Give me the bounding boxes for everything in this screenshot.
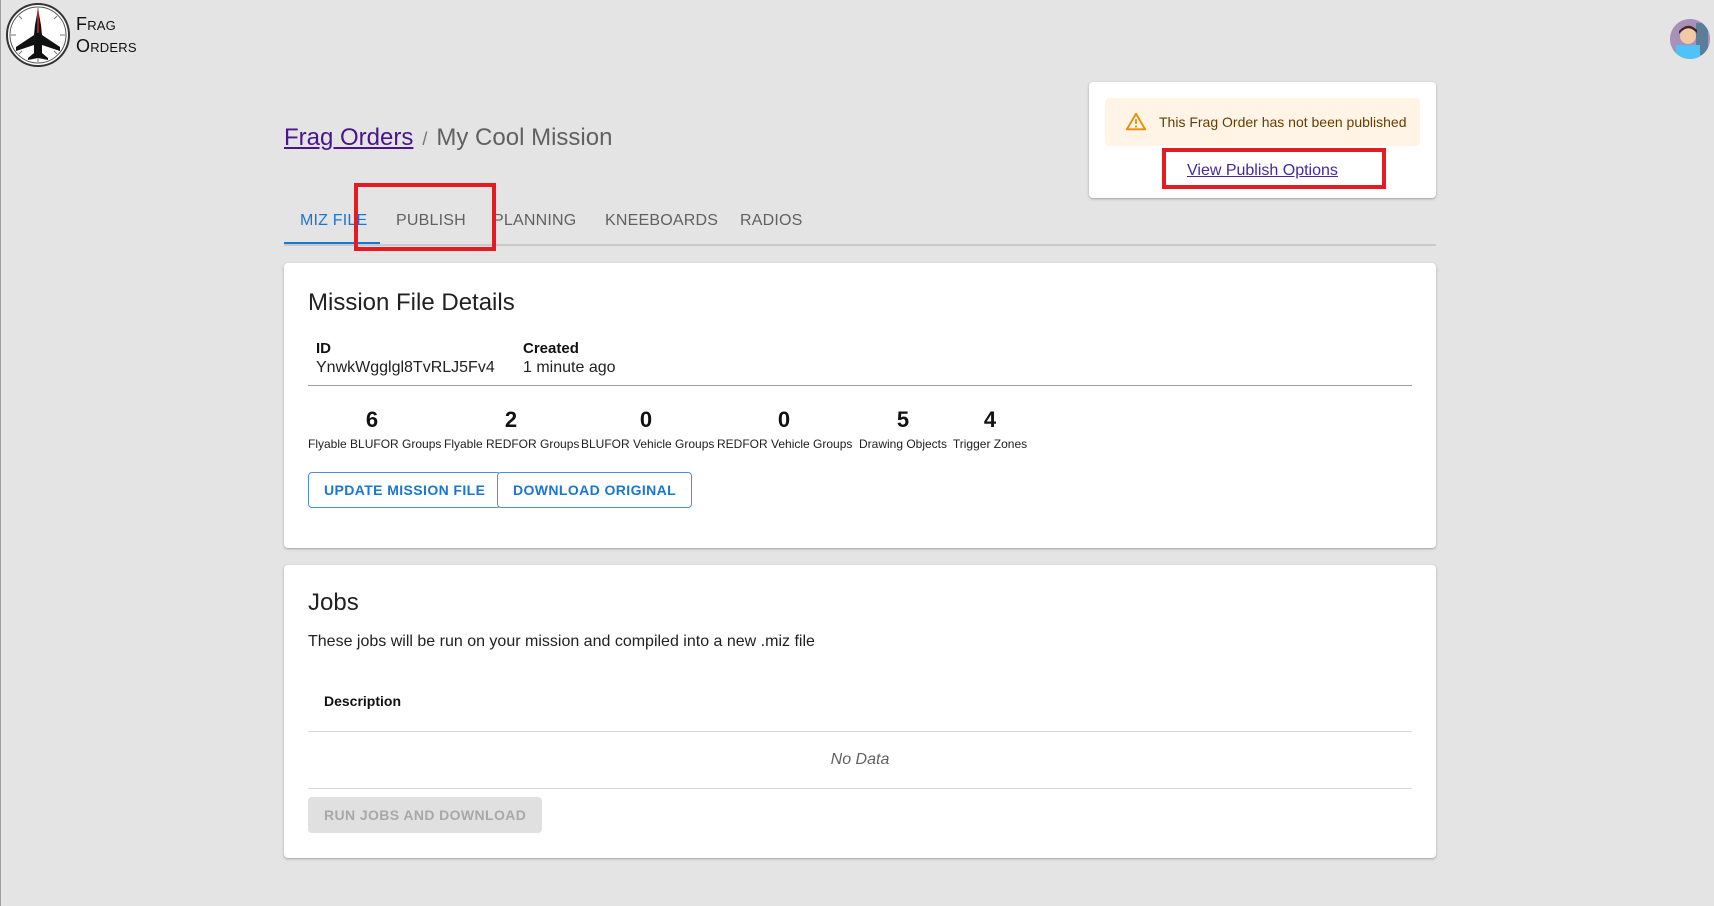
stat-value: 2 (504, 407, 518, 432)
id-label: ID (316, 340, 331, 357)
mission-file-card: Mission File Details ID YnwkWgglgl8TvRLJ… (284, 263, 1436, 548)
jobs-card: Jobs These jobs will be run on your miss… (284, 565, 1436, 858)
jobs-description: These jobs will be run on your mission a… (308, 633, 815, 650)
column-header-description[interactable]: Description (324, 693, 401, 709)
mission-file-title: Mission File Details (308, 289, 515, 316)
tab-radios[interactable]: RADIOS (740, 200, 803, 244)
active-tab-indicator (284, 242, 380, 244)
unpublished-message: This Frag Order has not been published (1159, 114, 1407, 130)
user-avatar[interactable] (1670, 19, 1710, 59)
jobs-table-empty-row: No Data (308, 732, 1412, 789)
details-divider (308, 385, 1412, 386)
publish-notice-card: This Frag Order has not been published V… (1089, 82, 1436, 198)
tab-planning[interactable]: PLANNING (493, 200, 576, 244)
stat-label: Flyable REDFOR Groups (444, 437, 580, 451)
breadcrumb-frag-orders-link[interactable]: Frag Orders (284, 124, 413, 152)
window-edge (0, 0, 1, 906)
stat-label: Drawing Objects (858, 437, 948, 451)
download-original-button[interactable]: DOWNLOAD ORIGINAL (497, 472, 693, 508)
stat-value: 5 (896, 407, 910, 432)
id-value: YnwkWgglgl8TvRLJ5Fv4 (316, 359, 495, 376)
tab-miz-file[interactable]: MIZ FILE (300, 200, 367, 244)
app-name: Frag Orders (76, 13, 137, 57)
view-publish-options-link[interactable]: View Publish Options (1187, 162, 1338, 180)
stat-label: Flyable BLUFOR Groups (308, 437, 442, 451)
jet-logo-icon (6, 3, 70, 67)
breadcrumb-current-mission: My Cool Mission (436, 124, 613, 151)
stat-value: 0 (639, 407, 653, 432)
tab-kneeboards[interactable]: KNEEBOARDS (605, 200, 718, 244)
stat-label: Trigger Zones (952, 437, 1028, 451)
breadcrumb-separator: / (422, 129, 428, 149)
tab-bar: MIZ FILE PUBLISH PLANNING KNEEBOARDS RAD… (284, 200, 1436, 246)
stat-label: REDFOR Vehicle Groups (717, 437, 853, 451)
tab-publish[interactable]: PUBLISH (396, 200, 466, 244)
stat-value: 4 (983, 407, 997, 432)
run-jobs-and-download-button: RUN JOBS AND DOWNLOAD (308, 797, 543, 833)
stat-flyable-blufor: 6 Flyable BLUFOR Groups (308, 406, 442, 451)
created-label: Created (523, 340, 579, 357)
jobs-title: Jobs (308, 589, 359, 616)
app-name-line1: Frag (76, 14, 116, 34)
app-name-line2: Orders (76, 36, 137, 56)
stat-label: BLUFOR Vehicle Groups (581, 437, 715, 451)
stat-value: 6 (365, 407, 379, 432)
breadcrumb: Frag Orders / My Cool Mission (284, 124, 612, 152)
jobs-table-header: Description (308, 673, 1412, 732)
warning-icon (1125, 112, 1147, 131)
stat-flyable-redfor: 2 Flyable REDFOR Groups (444, 406, 580, 451)
update-mission-file-button[interactable]: UPDATE MISSION FILE (308, 472, 502, 508)
app-logo[interactable]: Frag Orders (6, 3, 137, 67)
stat-value: 0 (777, 407, 791, 432)
stat-drawing-objects: 5 Drawing Objects (857, 406, 949, 451)
stat-trigger-zones: 4 Trigger Zones (951, 406, 1029, 451)
stat-redfor-vehicle: 0 REDFOR Vehicle Groups (717, 406, 853, 451)
stat-blufor-vehicle: 0 BLUFOR Vehicle Groups (581, 406, 715, 451)
created-value: 1 minute ago (523, 359, 616, 376)
unpublished-alert: This Frag Order has not been published (1105, 98, 1420, 146)
